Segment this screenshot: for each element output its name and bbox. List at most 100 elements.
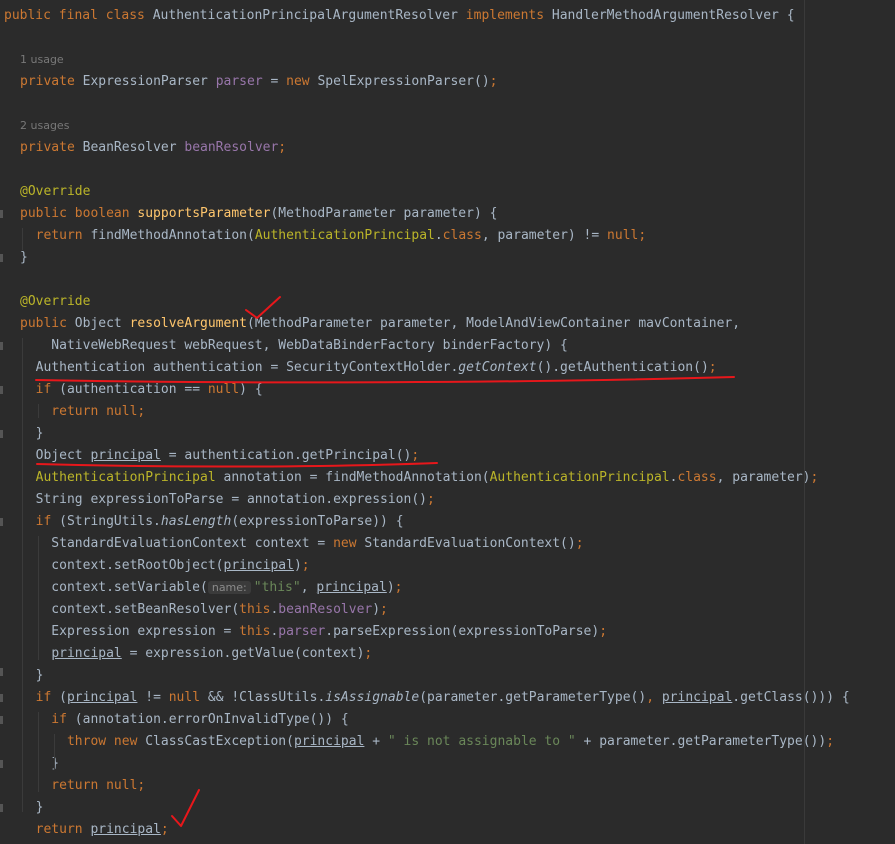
fold-marker-icon[interactable] (0, 386, 3, 394)
code-line[interactable]: public boolean supportsParameter(MethodP… (20, 203, 497, 225)
code-token: principal (293, 734, 365, 749)
code-token: ) { (239, 382, 263, 397)
code-line[interactable]: return findMethodAnnotation(Authenticati… (20, 225, 647, 247)
code-token: + (364, 734, 388, 749)
code-token: " is not assignable to " (387, 734, 576, 749)
usage-hint-text[interactable]: 1 usage (20, 53, 64, 66)
code-token: .parseExpression(expressionToParse) (325, 624, 600, 639)
code-token: HandlerMethodArgumentResolver { (551, 8, 795, 23)
code-line[interactable]: Object principal = authentication.getPri… (20, 445, 420, 467)
code-line[interactable]: if (authentication == null) { (20, 379, 263, 401)
code-line[interactable]: public final class AuthenticationPrincip… (4, 5, 795, 27)
code-token: Authentication authentication = Security… (20, 360, 459, 375)
fold-marker-icon[interactable] (0, 342, 3, 350)
code-line[interactable]: String expressionToParse = annotation.ex… (20, 489, 435, 511)
code-token: ; (599, 624, 608, 639)
code-editor[interactable]: public final class AuthenticationPrincip… (0, 0, 895, 844)
code-line[interactable]: principal = expression.getValue(context)… (20, 643, 372, 665)
code-line[interactable]: throw new ClassCastException(principal +… (20, 731, 834, 753)
code-line[interactable]: private BeanResolver beanResolver; (20, 137, 286, 159)
indent-guide (38, 404, 39, 418)
code-token: public final class (4, 8, 153, 23)
code-token: ; (278, 140, 287, 155)
indent-guide (38, 536, 39, 660)
code-token: , parameter) (716, 470, 811, 485)
code-line[interactable]: } (20, 797, 44, 819)
code-line[interactable]: context.setVariable(name: "this", princip… (20, 577, 402, 599)
code-line[interactable]: @Override (20, 181, 90, 203)
code-token: , (646, 690, 662, 705)
code-token: ; (575, 536, 584, 551)
usage-hint[interactable]: 2 usages (20, 115, 69, 137)
code-token: @Override (20, 294, 91, 309)
code-token: (parameter.getParameterType() (419, 690, 647, 705)
code-token: ; (638, 228, 647, 243)
code-token: && !ClassUtils. (207, 690, 326, 705)
code-token: ; (427, 492, 435, 507)
code-token: annotation = findMethodAnnotation( (215, 470, 490, 485)
code-token: ( (59, 690, 67, 705)
code-token: AuthenticationPrincipal (254, 228, 435, 243)
code-token: String expressionToParse = annotation.ex… (20, 492, 427, 507)
code-line[interactable]: private ExpressionParser parser = new Sp… (20, 71, 497, 93)
fold-marker-icon[interactable] (0, 760, 3, 768)
parameter-name-hint: name: (207, 581, 251, 594)
code-token: , (300, 580, 317, 595)
usage-hint[interactable]: 1 usage (20, 49, 64, 71)
code-token: parser (215, 74, 263, 89)
fold-marker-icon[interactable] (0, 804, 3, 812)
code-line[interactable]: if (principal != null && !ClassUtils.isA… (20, 687, 850, 709)
fold-marker-icon[interactable] (0, 694, 3, 702)
code-line[interactable]: context.setBeanResolver(this.beanResolve… (20, 599, 388, 621)
code-line[interactable]: StandardEvaluationContext context = new … (20, 533, 584, 555)
code-token: StandardEvaluationContext() (364, 536, 576, 551)
code-line[interactable]: return principal; (20, 819, 169, 841)
code-token: class (442, 228, 482, 243)
code-token: Expression expression = (20, 624, 240, 639)
code-line[interactable]: context.setRootObject(principal); (20, 555, 309, 577)
fold-marker-icon[interactable] (0, 254, 3, 262)
fold-marker-icon[interactable] (0, 210, 3, 218)
code-token: (annotation.errorOnInvalidType()) { (74, 712, 349, 727)
code-token: this (239, 602, 271, 617)
code-token: StandardEvaluationContext context = (20, 536, 334, 551)
code-token: new (286, 74, 318, 89)
code-token: Object (20, 448, 91, 463)
code-line[interactable]: if (annotation.errorOnInvalidType()) { (20, 709, 349, 731)
code-token: = expression.getValue(context) (121, 646, 365, 661)
code-line[interactable]: } (20, 247, 28, 269)
code-token: return (20, 822, 91, 837)
code-token: ; (489, 74, 498, 89)
code-token: null (607, 228, 639, 243)
fold-marker-icon[interactable] (0, 716, 3, 724)
code-token: private (20, 74, 83, 89)
code-token: principal (66, 690, 138, 705)
code-token: = authentication.getPrincipal() (160, 448, 412, 463)
code-token: new (333, 536, 365, 551)
code-token: principal (316, 580, 387, 595)
code-token: } (20, 668, 44, 683)
code-token: ; (826, 734, 835, 749)
code-token: return (20, 228, 91, 243)
code-token: (MethodParameter parameter, ModelAndView… (247, 316, 741, 331)
code-line[interactable]: Expression expression = this.parser.pars… (20, 621, 607, 643)
code-token: SpelExpressionParser() (317, 74, 490, 89)
code-token: supportsParameter (137, 206, 271, 221)
code-token: } (20, 426, 44, 441)
code-token: getContext (458, 360, 537, 375)
fold-marker-icon[interactable] (0, 430, 3, 438)
code-line[interactable]: Authentication authentication = Security… (20, 357, 717, 379)
code-line[interactable]: } (20, 665, 44, 687)
code-line[interactable]: if (StringUtils.hasLength(expressionToPa… (20, 511, 404, 533)
usage-hint-text[interactable]: 2 usages (20, 119, 69, 132)
code-line[interactable]: NativeWebRequest webRequest, WebDataBind… (20, 335, 568, 357)
fold-marker-icon[interactable] (0, 668, 3, 676)
code-line[interactable]: public Object resolveArgument(MethodPara… (20, 313, 740, 335)
fold-marker-icon[interactable] (0, 518, 3, 526)
code-line[interactable]: @Override (20, 291, 90, 313)
code-line[interactable]: AuthenticationPrincipal annotation = fin… (20, 467, 819, 489)
code-token: + parameter.getParameterType()) (575, 734, 827, 749)
code-line[interactable]: } (20, 423, 44, 445)
code-token: NativeWebRequest webRequest, WebDataBind… (20, 338, 568, 353)
